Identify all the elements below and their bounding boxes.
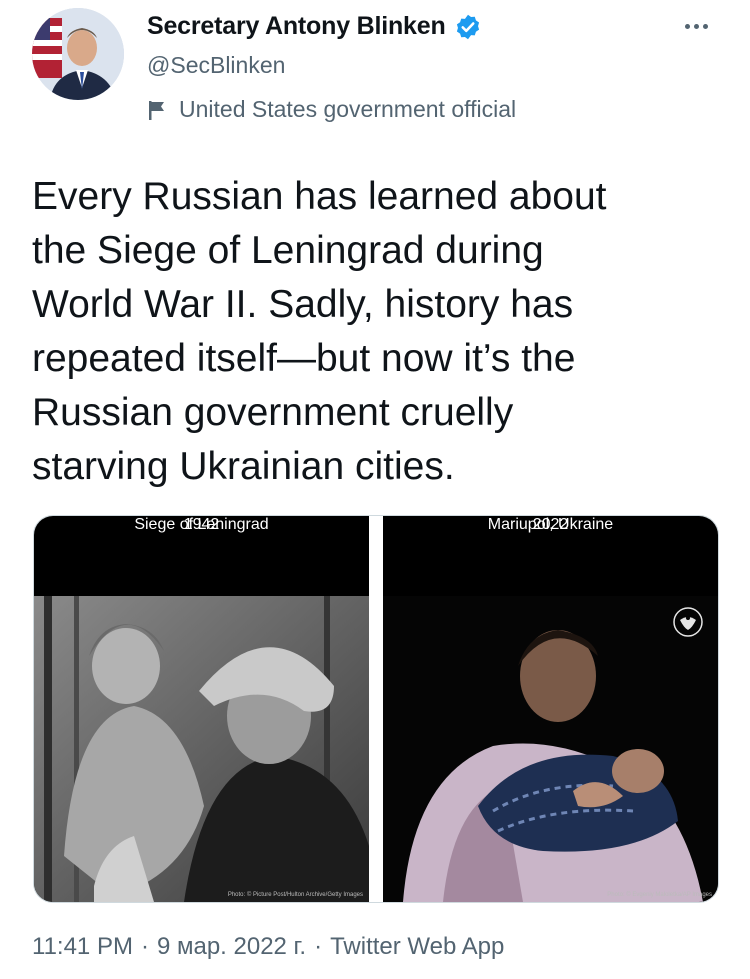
author-display-name[interactable]: Secretary Antony Blinken xyxy=(147,12,446,41)
tweet-date[interactable]: 9 мар. 2022 г. xyxy=(157,933,306,961)
avatar-photo xyxy=(32,8,124,100)
meta-separator: · xyxy=(140,933,149,960)
more-dots-icon[interactable] xyxy=(676,12,716,40)
media-caption-year: 1942 xyxy=(183,516,220,533)
verified-badge-icon xyxy=(454,13,482,41)
media-panel-mariupol[interactable]: Mariupol, Ukraine 2022 Photo: © Evgeniy … xyxy=(383,516,718,902)
meta-separator: · xyxy=(314,933,323,960)
tweet-text: Every Russian has learned about the Sieg… xyxy=(32,175,607,488)
state-department-seal-icon xyxy=(672,606,704,638)
author-handle[interactable]: @SecBlinken xyxy=(147,52,285,79)
media-panel-leningrad[interactable]: Siege of Leningrad 1942 Photo: © Picture… xyxy=(34,516,369,902)
account-label-text: United States government official xyxy=(179,96,517,122)
tweet-source[interactable]: Twitter Web App xyxy=(330,933,504,961)
media-caption-year: 2022 xyxy=(532,516,569,533)
photo-credit: Photo: © Evgeniy Maloletka/AP Images xyxy=(607,892,712,898)
mariupol-photo xyxy=(383,596,718,902)
tweet-time[interactable]: 11:41 PM xyxy=(32,933,133,961)
tweet-media[interactable]: Siege of Leningrad 1942 Photo: © Picture… xyxy=(33,515,719,903)
tweet-meta: 11:41 PM · 9 мар. 2022 г. · Twitter Web … xyxy=(32,933,504,961)
photo-credit: Photo: © Picture Post/Hulton Archive/Get… xyxy=(227,892,363,898)
author-name-row: Secretary Antony Blinken xyxy=(147,12,482,41)
avatar[interactable] xyxy=(32,8,124,100)
account-label: United States government official xyxy=(147,96,516,123)
leningrad-photo xyxy=(34,596,369,902)
flag-icon xyxy=(147,99,167,121)
